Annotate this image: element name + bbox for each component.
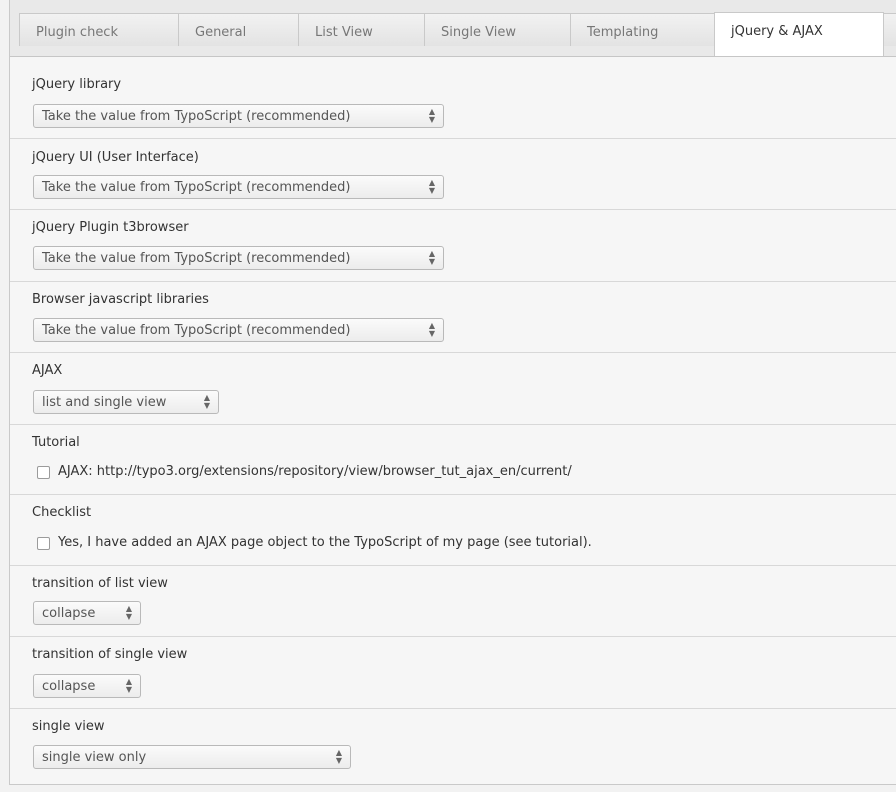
field-transition-single: transition of single view collapse ▲ ▼ (10, 637, 896, 709)
select-value: list and single view (42, 395, 167, 410)
tab-label: List View (315, 25, 373, 40)
field-label: jQuery UI (User Interface) (32, 150, 199, 165)
field-jquery-library: jQuery library Take the value from TypoS… (10, 56, 896, 139)
field-jquery-ui: jQuery UI (User Interface) Take the valu… (10, 139, 896, 210)
tutorial-link-text: AJAX: http://typo3.org/extensions/reposi… (58, 464, 572, 479)
browser-js-select[interactable]: Take the value from TypoScript (recommen… (33, 318, 444, 342)
select-arrows-icon: ▲ ▼ (428, 249, 436, 266)
tab-label: Plugin check (36, 25, 118, 40)
tab-jquery-ajax[interactable]: jQuery & AJAX (714, 12, 884, 56)
select-arrows-icon: ▲ ▼ (125, 604, 133, 621)
field-label: jQuery Plugin t3browser (32, 220, 189, 235)
tab-single-view[interactable]: Single View (424, 13, 571, 46)
tab-label: Templating (587, 25, 659, 40)
tab-plugin-check[interactable]: Plugin check (19, 13, 179, 46)
field-single-view: single view single view only ▲ ▼ (10, 709, 896, 784)
select-value: Take the value from TypoScript (recommen… (42, 323, 351, 338)
field-checklist: Checklist Yes, I have added an AJAX page… (10, 495, 896, 566)
select-value: collapse (42, 679, 96, 694)
tab-label: General (195, 25, 247, 40)
select-arrows-icon: ▲ ▼ (428, 321, 436, 338)
field-tutorial: Tutorial AJAX: http://typo3.org/extensio… (10, 425, 896, 495)
field-label: jQuery library (32, 77, 122, 92)
select-arrows-icon: ▲ ▼ (203, 393, 211, 410)
tab-list-view[interactable]: List View (298, 13, 425, 46)
select-arrows-icon: ▲ ▼ (428, 178, 436, 195)
field-browser-js: Browser javascript libraries Take the va… (10, 282, 896, 353)
select-value: Take the value from TypoScript (recommen… (42, 180, 351, 195)
tutorial-checkbox[interactable] (37, 466, 50, 479)
single-view-select[interactable]: single view only ▲ ▼ (33, 745, 351, 769)
tab-label: Single View (441, 25, 516, 40)
select-value: single view only (42, 750, 147, 765)
transition-single-select[interactable]: collapse ▲ ▼ (33, 674, 141, 698)
field-jquery-plugin: jQuery Plugin t3browser Take the value f… (10, 210, 896, 282)
field-label: Tutorial (32, 435, 80, 450)
flexform-panel: Plugin check General List View Single Vi… (9, 0, 896, 785)
field-label: AJAX (32, 363, 63, 378)
jquery-library-select[interactable]: Take the value from TypoScript (recommen… (33, 104, 444, 128)
field-label: transition of single view (32, 647, 188, 662)
tab-general[interactable]: General (178, 13, 299, 46)
checklist-checkbox[interactable] (37, 537, 50, 550)
checklist-text: Yes, I have added an AJAX page object to… (58, 535, 592, 550)
field-label: transition of list view (32, 576, 168, 591)
select-arrows-icon: ▲ ▼ (335, 748, 343, 765)
select-value: Take the value from TypoScript (recommen… (42, 251, 351, 266)
jquery-ui-select[interactable]: Take the value from TypoScript (recommen… (33, 175, 444, 199)
field-label: Browser javascript libraries (32, 292, 209, 307)
field-label: single view (32, 719, 105, 734)
select-value: collapse (42, 606, 96, 621)
select-arrows-icon: ▲ ▼ (125, 677, 133, 694)
select-arrows-icon: ▲ ▼ (428, 107, 436, 124)
field-transition-list: transition of list view collapse ▲ ▼ (10, 566, 896, 637)
tab-bar: Plugin check General List View Single Vi… (10, 0, 896, 57)
tab-label: jQuery & AJAX (731, 24, 823, 39)
field-ajax: AJAX list and single view ▲ ▼ (10, 353, 896, 425)
tab-templating[interactable]: Templating (570, 13, 715, 46)
transition-list-select[interactable]: collapse ▲ ▼ (33, 601, 141, 625)
jquery-plugin-select[interactable]: Take the value from TypoScript (recommen… (33, 246, 444, 270)
ajax-select[interactable]: list and single view ▲ ▼ (33, 390, 219, 414)
tab-overflow[interactable] (883, 13, 896, 46)
select-value: Take the value from TypoScript (recommen… (42, 109, 351, 124)
field-label: Checklist (32, 505, 92, 520)
